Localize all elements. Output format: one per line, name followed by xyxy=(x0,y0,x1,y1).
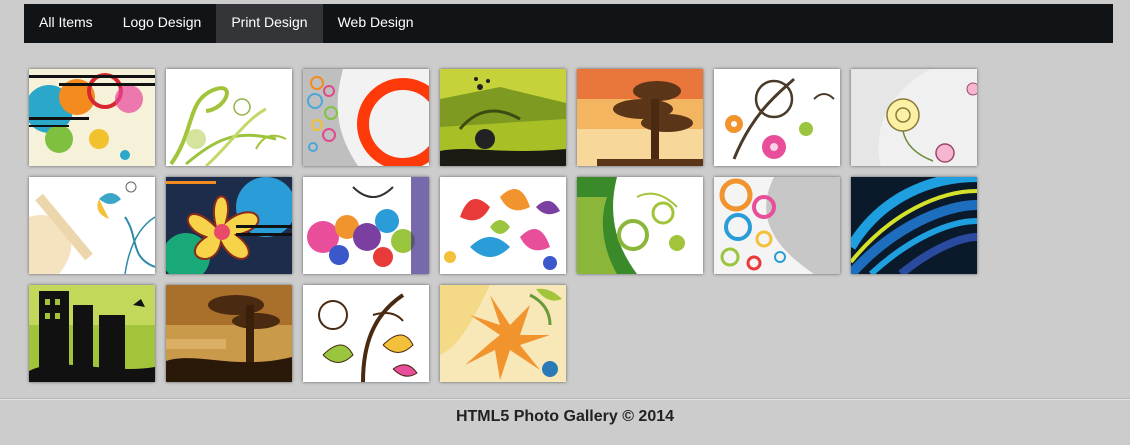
grunge-tree-brown-icon xyxy=(166,285,292,382)
green-grunge-landscape-icon xyxy=(440,69,566,166)
gallery-thumbnail[interactable] xyxy=(851,69,977,166)
colorful-circles-stripes-icon xyxy=(29,69,155,166)
gallery-thumbnail[interactable] xyxy=(29,177,155,274)
green-gear-floral-icon xyxy=(577,177,703,274)
blue-curved-lines-icon xyxy=(851,177,977,274)
orange-ring-circles-icon xyxy=(303,69,429,166)
nav-item-web-design[interactable]: Web Design xyxy=(323,4,429,43)
gallery-thumbnail[interactable] xyxy=(440,177,566,274)
colorful-paisley-swirl-icon xyxy=(303,177,429,274)
orange-floral-splash-icon xyxy=(440,285,566,382)
gallery-thumbnail[interactable] xyxy=(303,69,429,166)
gallery-thumbnail[interactable] xyxy=(166,69,292,166)
gallery-thumbnail[interactable] xyxy=(303,285,429,382)
gallery-thumbnail[interactable] xyxy=(29,285,155,382)
gallery-thumbnail[interactable] xyxy=(440,69,566,166)
gallery-thumbnail[interactable] xyxy=(851,177,977,274)
city-silhouette-green-icon xyxy=(29,285,155,382)
flower-doodle-icon xyxy=(851,69,977,166)
category-nav: All Items Logo Design Print Design Web D… xyxy=(24,4,1113,43)
footer-text: HTML5 Photo Gallery © 2014 xyxy=(455,408,675,425)
gallery-thumbnail[interactable] xyxy=(714,69,840,166)
nav-item-print-design[interactable]: Print Design xyxy=(216,4,323,43)
floral-swirl-pink-icon xyxy=(714,69,840,166)
nav-item-all-items[interactable]: All Items xyxy=(24,4,108,43)
gallery-thumbnail[interactable] xyxy=(303,177,429,274)
colorful-rings-grey-icon xyxy=(714,177,840,274)
gallery-thumbnail[interactable] xyxy=(166,285,292,382)
green-floral-swirl-icon xyxy=(166,69,292,166)
gallery-thumbnail[interactable] xyxy=(577,177,703,274)
gallery-thumbnail[interactable] xyxy=(577,69,703,166)
butterfly-grunge-icon xyxy=(29,177,155,274)
gallery-thumbnail[interactable] xyxy=(714,177,840,274)
gallery-thumbnail[interactable] xyxy=(29,69,155,166)
footer-divider xyxy=(0,398,1130,400)
leaf-swirl-icon xyxy=(303,285,429,382)
paisley-drops-icon xyxy=(440,177,566,274)
tropical-flower-icon xyxy=(166,177,292,274)
nav-item-logo-design[interactable]: Logo Design xyxy=(108,4,217,43)
gallery-thumbnail[interactable] xyxy=(440,285,566,382)
gallery-thumbnail[interactable] xyxy=(166,177,292,274)
grunge-tree-orange-icon xyxy=(577,69,703,166)
